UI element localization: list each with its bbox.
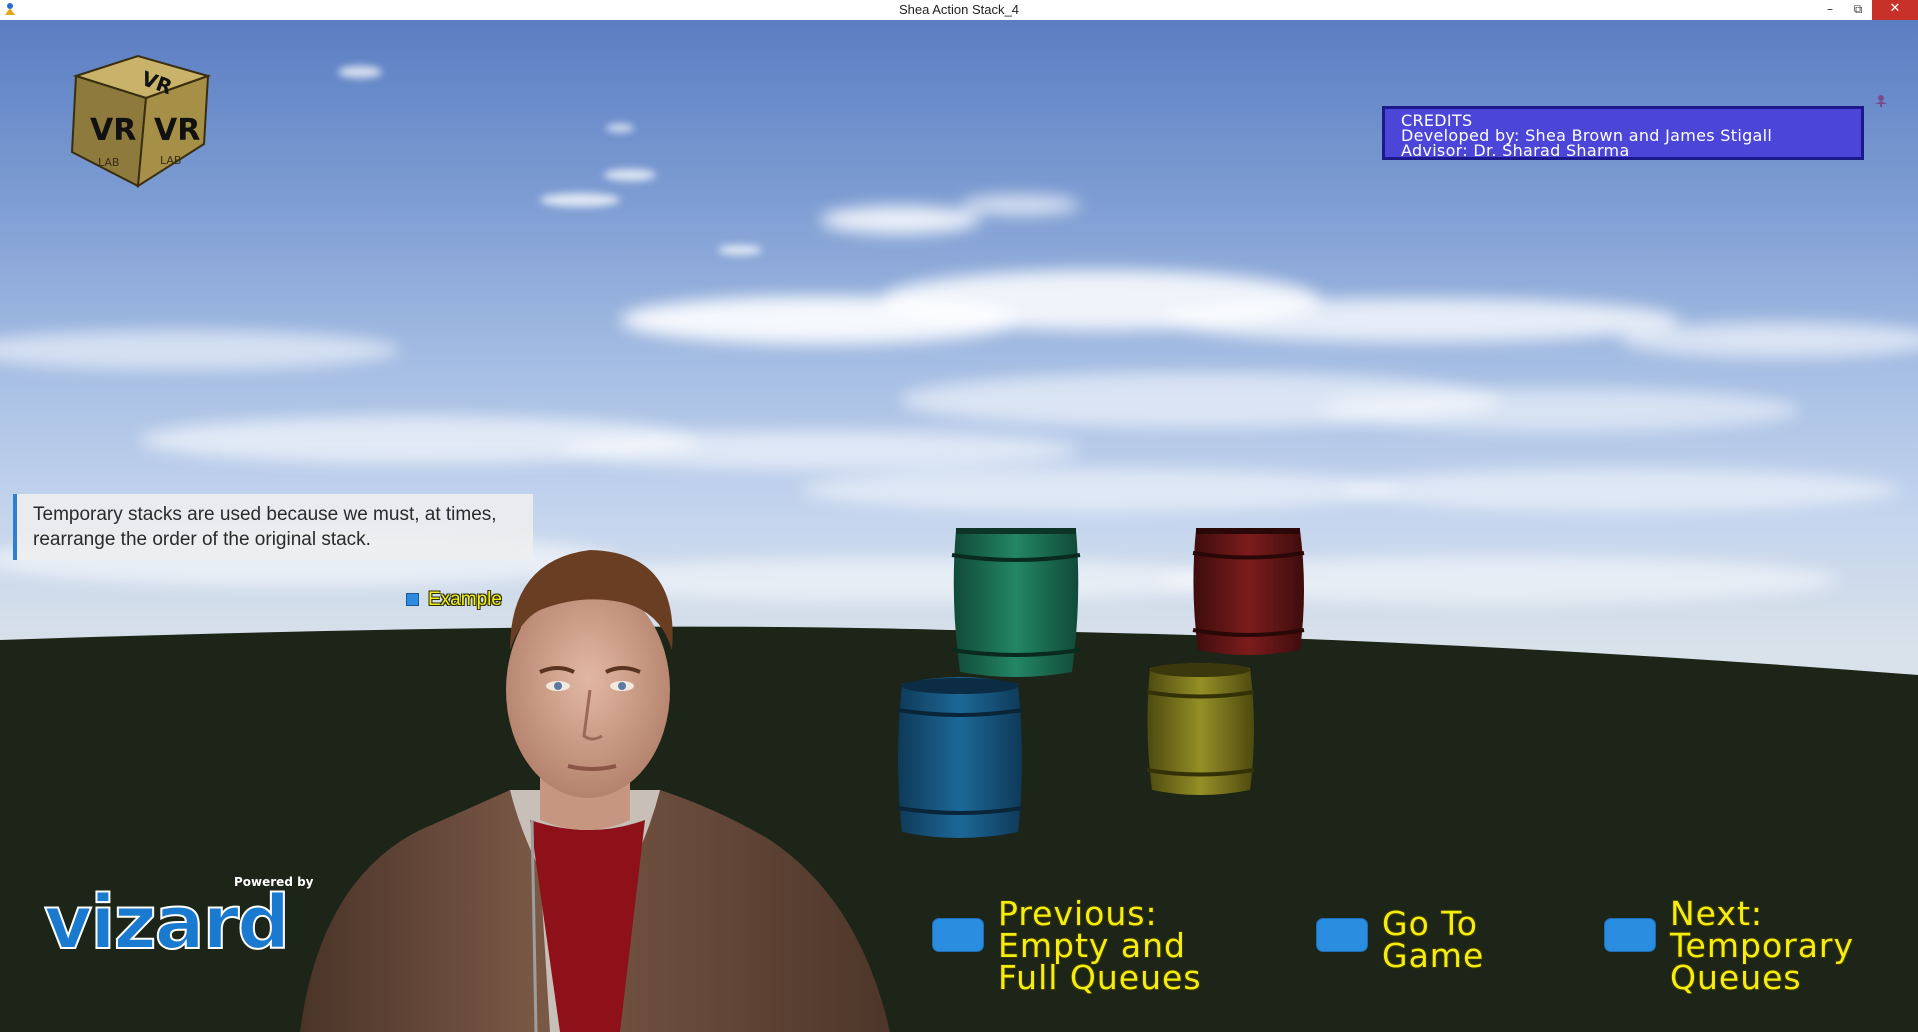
credits-panel: CREDITS Developed by: Shea Brown and Jam… [1382,106,1864,160]
vr-lab-cube-logo: VR VR VR LAB LAB [70,54,212,188]
dialog-line: Temporary stacks are used because we mus… [33,504,497,525]
vizard-wordmark: vizard [44,880,288,966]
window-title: Shea Action Stack_4 [899,2,1019,17]
go-to-game-button[interactable] [1316,918,1368,952]
credits-advisor: Advisor: Dr. Sharad Sharma [1401,141,1630,160]
green-barrel [951,528,1081,677]
dialog-line: rearrange the order of the original stac… [33,529,371,550]
blue-barrel [897,677,1023,838]
example-option-label[interactable]: Example [428,589,502,611]
example-option-checkbox[interactable] [406,593,419,606]
window-titlebar: Shea Action Stack_4 – ⧉ ✕ [0,0,1918,21]
avatar-character [300,550,890,1032]
next-button[interactable] [1604,918,1656,952]
next-label-line: Queues [1670,958,1802,997]
svg-text:VR: VR [154,113,200,148]
svg-text:LAB: LAB [160,154,181,167]
dialog-box: Temporary stacks are used because we mus… [13,494,533,560]
svg-text:VR: VR [90,113,136,148]
next-label[interactable]: Next: Temporary Queues [1670,897,1854,997]
red-barrel [1192,528,1305,655]
close-button[interactable]: ✕ [1872,0,1918,20]
svg-text:LAB: LAB [98,156,119,169]
go-to-game-label-line: Game [1382,936,1485,975]
avatar-marker-icon [1875,95,1887,107]
previous-label-line: Full Queues [998,958,1202,997]
restore-button[interactable]: ⧉ [1844,0,1872,20]
previous-label[interactable]: Previous: Empty and Full Queues [998,897,1202,997]
go-to-game-label[interactable]: Go To Game [1382,907,1485,975]
yellow-barrel [1146,663,1255,795]
vizard-logo: Powered by vizard [44,875,314,967]
previous-button[interactable] [932,918,984,952]
dialog-text: Temporary stacks are used because we mus… [33,502,533,552]
minimize-button[interactable]: – [1816,0,1844,20]
